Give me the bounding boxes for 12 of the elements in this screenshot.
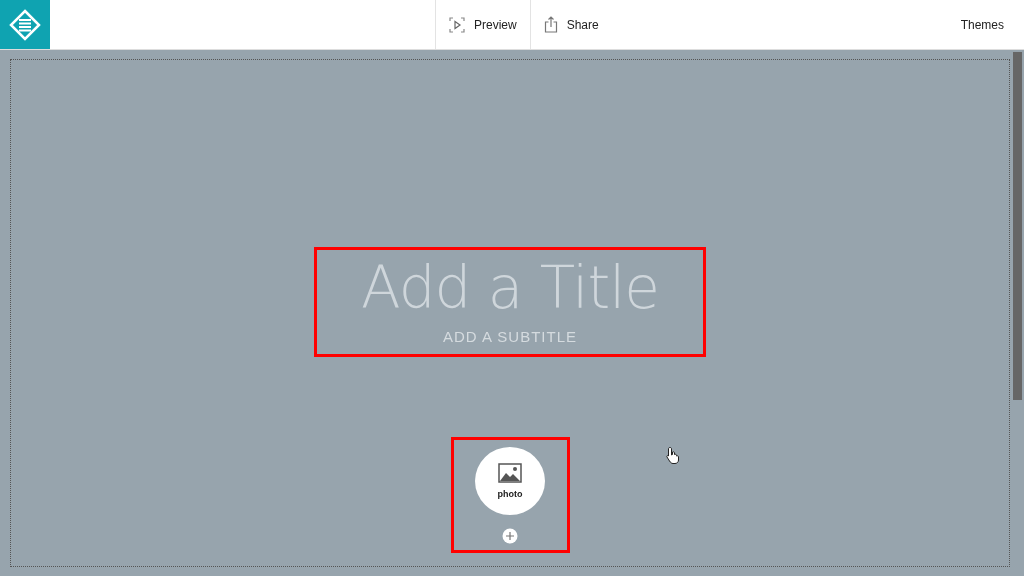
share-icon (543, 16, 558, 33)
image-icon (498, 463, 522, 483)
scrollbar-thumb[interactable] (1013, 52, 1022, 400)
photo-bubble[interactable]: photo (475, 447, 545, 515)
hand-cursor-icon (666, 446, 680, 464)
title-field[interactable]: Add a Title (320, 254, 700, 322)
subtitle-field[interactable]: ADD A SUBTITLE (360, 328, 660, 345)
play-icon (449, 16, 465, 33)
logo-icon (8, 7, 42, 42)
app-logo[interactable] (0, 0, 50, 49)
photo-label: photo (497, 489, 523, 499)
add-icon[interactable] (502, 528, 518, 544)
